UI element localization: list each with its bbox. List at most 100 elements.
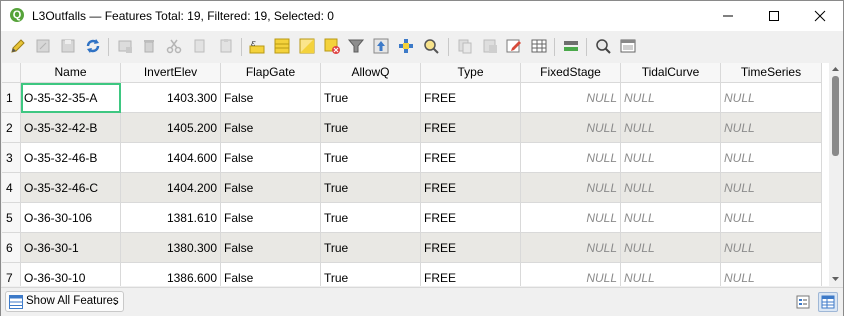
zoom-to-selection-icon[interactable] <box>422 37 440 55</box>
cell-type[interactable]: FREE <box>421 113 521 143</box>
cut-icon[interactable] <box>165 37 183 55</box>
cell-invertelev[interactable]: 1405.200 <box>121 113 221 143</box>
cell-name[interactable]: O-35-32-35-A <box>21 83 121 113</box>
table-view-button[interactable] <box>818 292 838 312</box>
deselect-all-icon[interactable] <box>323 37 341 55</box>
cell-timeseries[interactable]: NULL <box>721 263 822 286</box>
cell-tidalcurve[interactable]: NULL <box>621 173 721 203</box>
reload-icon[interactable] <box>59 37 77 55</box>
paste-icon[interactable] <box>217 37 235 55</box>
add-feature-icon[interactable] <box>116 37 134 55</box>
cell-allowq[interactable]: True <box>321 113 421 143</box>
cell-timeseries[interactable]: NULL <box>721 173 822 203</box>
scrollbar-thumb[interactable] <box>832 76 839 156</box>
cell-flapgate[interactable]: False <box>221 173 321 203</box>
filter-select-icon[interactable] <box>347 37 365 55</box>
cell-tidalcurve[interactable]: NULL <box>621 83 721 113</box>
cell-fixedstage[interactable]: NULL <box>521 113 621 143</box>
cell-fixedstage[interactable]: NULL <box>521 203 621 233</box>
column-header-type[interactable]: Type <box>421 63 521 82</box>
refresh-icon[interactable] <box>84 37 102 55</box>
cell-flapgate[interactable]: False <box>221 263 321 286</box>
cell-tidalcurve[interactable]: NULL <box>621 263 721 286</box>
cell-flapgate[interactable]: False <box>221 113 321 143</box>
column-header-fixedstage[interactable]: FixedStage <box>521 63 621 82</box>
cell-allowq[interactable]: True <box>321 83 421 113</box>
column-header-tidalcurve[interactable]: TidalCurve <box>621 63 721 82</box>
cell-name[interactable]: O-36-30-10 <box>21 263 121 286</box>
close-button[interactable] <box>797 1 843 31</box>
column-header-timeseries[interactable]: TimeSeries <box>721 63 822 82</box>
cell-timeseries[interactable]: NULL <box>721 113 822 143</box>
table-row[interactable]: 1 O-35-32-35-A 1403.300 False True FREE NULL NU… <box>2 83 822 113</box>
field-calculator-icon[interactable] <box>562 37 580 55</box>
paste-features-icon[interactable] <box>481 37 499 55</box>
cell-flapgate[interactable]: False <box>221 203 321 233</box>
cell-invertelev[interactable]: 1403.300 <box>121 83 221 113</box>
save-edits-icon[interactable] <box>34 37 52 55</box>
column-header-invertelev[interactable]: InvertElev <box>121 63 221 82</box>
cell-invertelev[interactable]: 1386.600 <box>121 263 221 286</box>
cell-invertelev[interactable]: 1404.600 <box>121 143 221 173</box>
table-row[interactable]: 7 O-36-30-10 1386.600 False True FREE NULL NULL… <box>2 263 822 286</box>
column-header-flapgate[interactable]: FlapGate <box>221 63 321 82</box>
row-number[interactable]: 4 <box>2 173 21 203</box>
cell-flapgate[interactable]: False <box>221 83 321 113</box>
copy-selected-rows-icon[interactable] <box>456 37 474 55</box>
move-selection-top-icon[interactable] <box>372 37 390 55</box>
table-row[interactable]: 6 O-36-30-1 1380.300 False True FREE NULL NULL N… <box>2 233 822 263</box>
cell-timeseries[interactable]: NULL <box>721 203 822 233</box>
select-expression-icon[interactable]: ε <box>248 37 266 55</box>
cell-fixedstage[interactable]: NULL <box>521 143 621 173</box>
cell-timeseries[interactable]: NULL <box>721 83 822 113</box>
cell-fixedstage[interactable]: NULL <box>521 83 621 113</box>
cell-allowq[interactable]: True <box>321 173 421 203</box>
cell-allowq[interactable]: True <box>321 233 421 263</box>
conditional-formatting-icon[interactable] <box>594 37 612 55</box>
maximize-button[interactable] <box>751 1 797 31</box>
cell-invertelev[interactable]: 1380.300 <box>121 233 221 263</box>
table-row[interactable]: 2 O-35-32-42-B 1405.200 False True FREE NULL NU… <box>2 113 822 143</box>
cell-type[interactable]: FREE <box>421 143 521 173</box>
cell-name[interactable]: O-35-32-46-B <box>21 143 121 173</box>
cell-tidalcurve[interactable]: NULL <box>621 233 721 263</box>
cell-tidalcurve[interactable]: NULL <box>621 203 721 233</box>
cell-invertelev[interactable]: 1404.200 <box>121 173 221 203</box>
cell-tidalcurve[interactable]: NULL <box>621 113 721 143</box>
cell-type[interactable]: FREE <box>421 173 521 203</box>
toggle-editing-icon[interactable] <box>9 37 27 55</box>
invert-selection-icon[interactable] <box>298 37 316 55</box>
cell-flapgate[interactable]: False <box>221 143 321 173</box>
cell-name[interactable]: O-36-30-1 <box>21 233 121 263</box>
cell-flapgate[interactable]: False <box>221 233 321 263</box>
dock-icon[interactable] <box>619 37 637 55</box>
row-number[interactable]: 5 <box>2 203 21 233</box>
minimize-button[interactable] <box>705 1 751 31</box>
delete-field-icon[interactable] <box>530 37 548 55</box>
pan-to-selection-icon[interactable] <box>397 37 415 55</box>
table-row[interactable]: 4 O-35-32-46-C 1404.200 False True FREE NULL NU… <box>2 173 822 203</box>
cell-timeseries[interactable]: NULL <box>721 143 822 173</box>
title-bar[interactable]: Q L3Outfalls — Features Total: 19, Filte… <box>1 1 843 31</box>
table-row[interactable]: 3 O-35-32-46-B 1404.600 False True FREE NULL NU… <box>2 143 822 173</box>
cell-invertelev[interactable]: 1381.610 <box>121 203 221 233</box>
new-field-icon[interactable] <box>505 37 523 55</box>
cell-type[interactable]: FREE <box>421 263 521 286</box>
column-header-allowq[interactable]: AllowQ <box>321 63 421 82</box>
cell-fixedstage[interactable]: NULL <box>521 233 621 263</box>
row-number[interactable]: 7 <box>2 263 21 286</box>
delete-feature-icon[interactable] <box>140 37 158 55</box>
select-all-icon[interactable] <box>273 37 291 55</box>
row-number[interactable]: 1 <box>2 83 21 113</box>
form-view-button[interactable] <box>793 292 813 312</box>
cell-allowq[interactable]: True <box>321 203 421 233</box>
corner-header[interactable] <box>2 63 21 82</box>
table-row[interactable]: 5 O-36-30-106 1381.610 False True FREE NULL NUL… <box>2 203 822 233</box>
row-number[interactable]: 2 <box>2 113 21 143</box>
cell-tidalcurve[interactable]: NULL <box>621 143 721 173</box>
cell-fixedstage[interactable]: NULL <box>521 173 621 203</box>
cell-name[interactable]: O-35-32-46-C <box>21 173 121 203</box>
cell-allowq[interactable]: True <box>321 143 421 173</box>
cell-fixedstage[interactable]: NULL <box>521 263 621 286</box>
cell-timeseries[interactable]: NULL <box>721 233 822 263</box>
